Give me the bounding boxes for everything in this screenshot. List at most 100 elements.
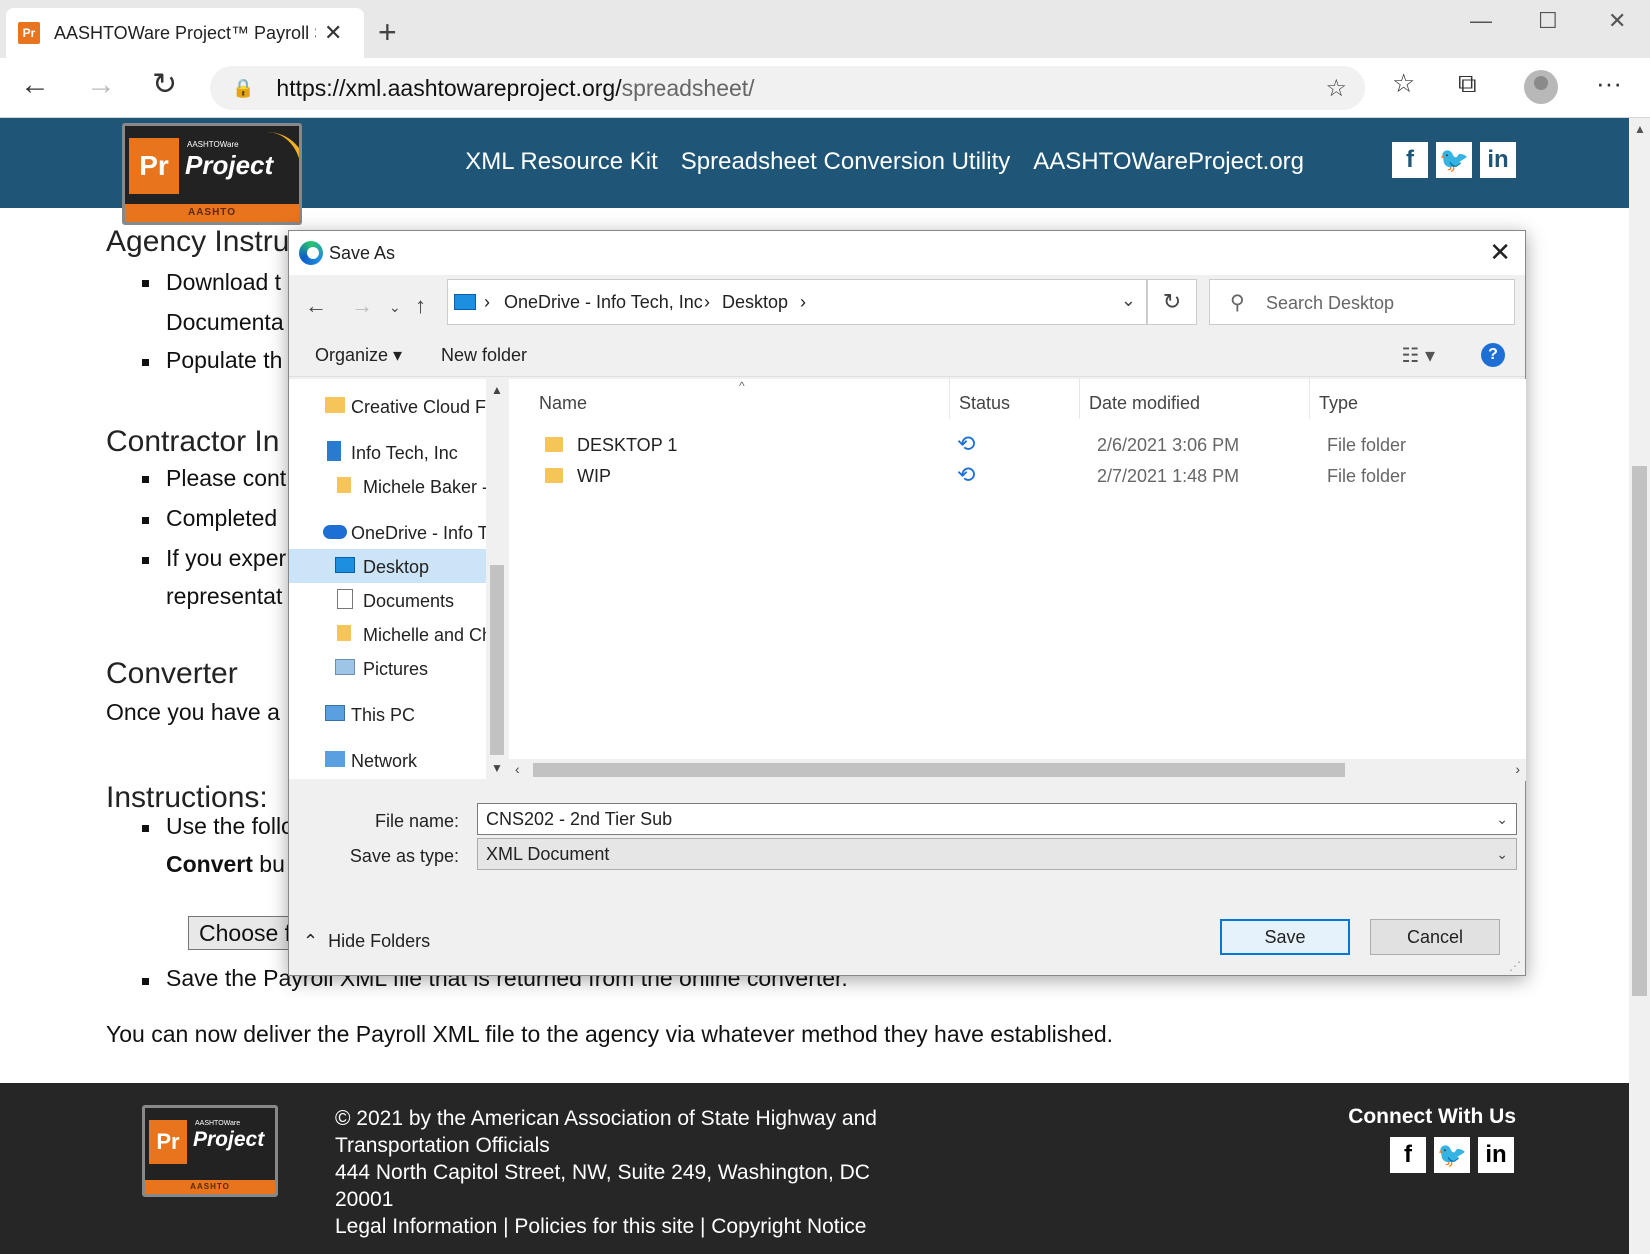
nav-pane-scrollbar-thumb[interactable] <box>490 565 504 755</box>
agency-item: Download t <box>166 269 282 295</box>
folder-icon <box>325 397 345 413</box>
nav-creative-cloud[interactable]: Creative Cloud Files <box>289 389 489 423</box>
navigation-pane: Creative Cloud Files Info Tech, Inc Mich… <box>289 379 508 779</box>
agency-heading: Agency Instru <box>106 225 290 258</box>
convert-line: Convert bu <box>166 851 285 877</box>
contractor-heading: Contractor In <box>106 425 280 458</box>
scroll-down-icon[interactable]: ▼ <box>491 761 503 775</box>
scroll-up-icon[interactable]: ▲ <box>491 383 503 397</box>
cancel-button[interactable]: Cancel <box>1370 919 1500 955</box>
url-field[interactable]: 🔒 https://xml.aashtowareproject.org/spre… <box>210 66 1365 110</box>
contractor-item: Please cont <box>166 465 287 491</box>
pictures-icon <box>335 659 355 675</box>
nav-pane-scrollbar[interactable]: ▲ ▼ <box>486 379 508 779</box>
breadcrumb[interactable]: › OneDrive - Info Tech, Inc › Desktop › … <box>447 279 1147 325</box>
scroll-right-icon[interactable]: › <box>1515 761 1520 777</box>
nav-xml-resource-kit[interactable]: XML Resource Kit <box>465 148 658 176</box>
new-folder-button[interactable]: New folder <box>441 345 527 366</box>
nav-onedrive[interactable]: OneDrive - Info Te <box>289 515 489 549</box>
column-type[interactable]: Type <box>1319 393 1358 414</box>
breadcrumb-onedrive[interactable]: OneDrive - Info Tech, Inc <box>504 292 703 313</box>
facebook-icon[interactable]: f <box>1390 1137 1426 1173</box>
sort-ascending-icon: ^ <box>739 379 745 393</box>
twitter-icon[interactable]: 🐦 <box>1434 1137 1470 1173</box>
footer-logo[interactable]: Pr AASHTOWare Project AASHTO <box>142 1105 278 1197</box>
nav-pictures[interactable]: Pictures <box>289 651 489 685</box>
edge-icon <box>299 241 323 265</box>
column-date-modified[interactable]: Date modified <box>1089 393 1200 414</box>
more-menu-icon[interactable]: ··· <box>1596 70 1622 96</box>
help-icon[interactable]: ? <box>1481 343 1505 367</box>
tab-close-icon[interactable]: ✕ <box>324 20 342 46</box>
nav-michelle-chr[interactable]: Michelle and Chr <box>289 617 489 651</box>
nav-this-pc[interactable]: This PC <box>289 697 489 731</box>
save-type-select[interactable]: XML Document ⌄ <box>477 838 1517 870</box>
file-name-label: File name: <box>374 811 459 831</box>
file-row[interactable]: DESKTOP 1 ⟲ 2/6/2021 3:06 PM File folder <box>529 431 1509 461</box>
column-name[interactable]: Name <box>539 393 587 414</box>
breadcrumb-desktop[interactable]: Desktop <box>722 292 788 313</box>
converter-heading: Converter <box>106 657 238 690</box>
file-list-hscrollbar[interactable]: ‹ › <box>509 759 1526 781</box>
site-logo[interactable]: Pr AASHTOWare Project AASHTO <box>122 123 302 225</box>
chevron-down-icon[interactable]: ⌄ <box>1496 839 1508 869</box>
nav-michele-baker[interactable]: Michele Baker - T <box>289 469 489 503</box>
dialog-forward-icon[interactable]: → <box>351 293 373 319</box>
facebook-icon[interactable]: f <box>1392 142 1428 178</box>
tab-title: AASHTOWare Project™ Payroll Sp <box>54 22 316 43</box>
file-name-field[interactable]: CNS202 - 2nd Tier Sub ⌄ <box>477 803 1517 835</box>
chevron-down-icon[interactable]: ⌄ <box>1496 804 1508 834</box>
refresh-icon[interactable]: ↻ <box>1147 279 1197 325</box>
nav-network[interactable]: Network <box>289 743 489 777</box>
column-status[interactable]: Status <box>959 393 1010 414</box>
new-tab-icon[interactable]: + <box>378 16 397 48</box>
nav-info-tech[interactable]: Info Tech, Inc <box>289 435 489 469</box>
converter-text: Once you have a <box>106 699 280 725</box>
site-nav: XML Resource Kit Spreadsheet Conversion … <box>465 148 1304 176</box>
linkedin-icon[interactable]: in <box>1478 1137 1514 1173</box>
back-icon[interactable]: ← <box>20 70 50 100</box>
collections-icon[interactable]: ⧉ <box>1458 70 1477 96</box>
agency-item: Documenta <box>166 309 284 335</box>
site-footer: Pr AASHTOWare Project AASHTO © 2021 by t… <box>0 1083 1629 1254</box>
maximize-icon[interactable]: ☐ <box>1538 8 1558 34</box>
file-row[interactable]: WIP ⟲ 2/7/2021 1:48 PM File folder <box>529 462 1509 492</box>
browser-tab[interactable]: Pr AASHTOWare Project™ Payroll Sp ✕ <box>6 8 364 58</box>
nav-spreadsheet-conversion[interactable]: Spreadsheet Conversion Utility <box>681 148 1011 176</box>
scroll-up-icon[interactable]: ▲ <box>1634 122 1646 136</box>
hide-folders-toggle[interactable]: ⌃ Hide Folders <box>303 931 430 952</box>
forward-icon[interactable]: → <box>86 70 116 100</box>
add-favorite-icon[interactable]: ☆ <box>1325 74 1347 103</box>
computer-icon <box>325 705 345 721</box>
window-close-icon[interactable]: ✕ <box>1608 8 1626 34</box>
footer-links[interactable]: Legal Information | Policies for this si… <box>335 1213 877 1240</box>
sync-icon: ⟲ <box>957 431 976 456</box>
page-scrollbar-thumb[interactable] <box>1632 466 1647 996</box>
up-folder-icon[interactable]: ↑ <box>415 293 426 319</box>
profile-avatar[interactable] <box>1524 70 1558 104</box>
save-as-dialog: Save As ✕ ← → ⌄ ↑ › OneDrive - Info Tech… <box>288 230 1526 976</box>
cloud-icon <box>323 525 347 539</box>
sync-icon: ⟲ <box>957 462 976 487</box>
search-input[interactable]: ⚲ Search Desktop <box>1209 279 1515 325</box>
resize-grip-icon[interactable]: ⋰ <box>1509 959 1521 973</box>
nav-desktop[interactable]: Desktop <box>289 549 489 583</box>
view-options-icon[interactable]: ☷ ▾ <box>1401 343 1435 368</box>
nav-documents[interactable]: Documents <box>289 583 489 617</box>
dialog-close-icon[interactable]: ✕ <box>1489 237 1511 268</box>
file-list-hscrollbar-thumb[interactable] <box>533 763 1345 777</box>
save-button[interactable]: Save <box>1220 919 1350 955</box>
organize-button[interactable]: Organize ▾ <box>315 345 402 366</box>
chevron-down-icon[interactable]: ⌄ <box>1121 290 1136 311</box>
dialog-back-icon[interactable]: ← <box>305 293 327 319</box>
recent-locations-icon[interactable]: ⌄ <box>389 299 401 316</box>
linkedin-icon[interactable]: in <box>1480 142 1516 178</box>
reload-icon[interactable]: ↻ <box>152 70 177 100</box>
site-header: Pr AASHTOWare Project AASHTO XML Resourc… <box>0 118 1629 225</box>
scroll-left-icon[interactable]: ‹ <box>515 761 520 777</box>
favorites-icon[interactable]: ☆ <box>1392 70 1415 96</box>
twitter-icon[interactable]: 🐦 <box>1436 142 1472 178</box>
minimize-icon[interactable]: — <box>1470 8 1492 34</box>
nav-aashtoware-project[interactable]: AASHTOWareProject.org <box>1033 148 1304 176</box>
page-scrollbar[interactable]: ▲ <box>1629 118 1650 1254</box>
